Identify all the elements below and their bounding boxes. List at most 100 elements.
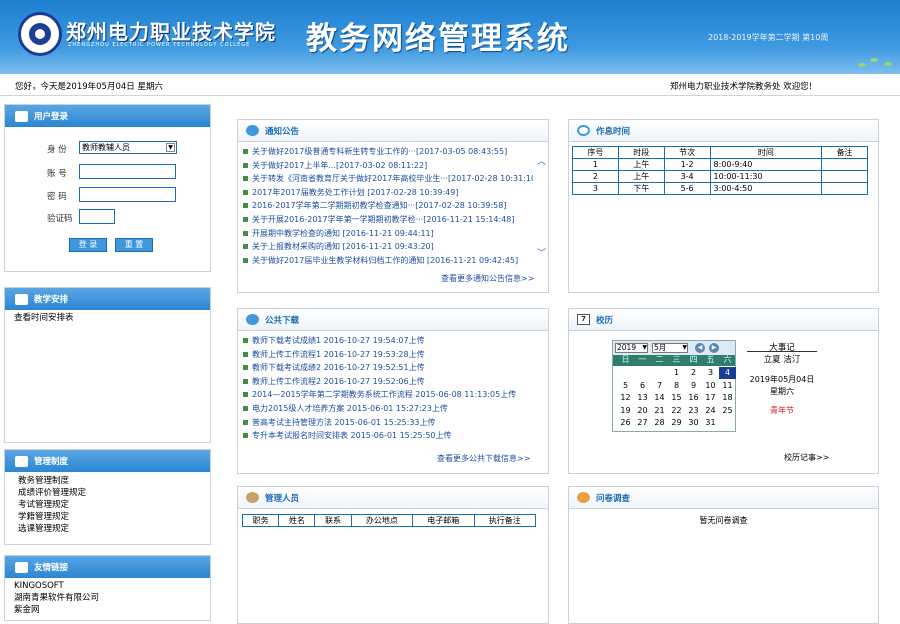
calendar-day[interactable]: 30 [685, 417, 702, 429]
notice-item[interactable]: 关于做好2017上半年...[2017-03-02 08:11:22] [243, 159, 533, 173]
calendar-day[interactable]: 9 [685, 380, 702, 392]
weekday-label: 三 [672, 355, 681, 364]
download-item[interactable]: 教师上传工作流程2 2016-10-27 19:52:06上传 [243, 375, 538, 389]
notice-item[interactable]: 开展期中教学检查的通知 [2016-11-21 09:44:11] [243, 227, 533, 241]
calendar-history-link[interactable]: 校历记事>> [784, 452, 829, 463]
notice-item[interactable]: 关于做好2017级普通专科新生转专业工作的···[2017-03-05 08:4… [243, 145, 533, 159]
calendar-day[interactable]: 31 [702, 417, 719, 429]
scroll-down-icon[interactable]: ﹀ [537, 246, 546, 259]
calendar-day[interactable]: 16 [685, 392, 702, 404]
management-link[interactable]: 选课管理规定 [5, 523, 210, 535]
downloads-more-link[interactable]: 查看更多公共下载信息>> [437, 453, 530, 464]
account-input[interactable] [79, 164, 176, 179]
calendar-day[interactable]: 17 [702, 392, 719, 404]
download-item[interactable]: 教师上传工作流程1 2016-10-27 19:53:28上传 [243, 348, 538, 362]
calendar-day[interactable]: 1 [668, 367, 685, 379]
month-select[interactable]: 5月 ▼ [652, 343, 688, 353]
notice-item[interactable]: 关于转发《河南省教育厅关于做好2017年高校毕业生···[2017-02-28 … [243, 172, 533, 186]
calendar-day[interactable]: 13 [634, 392, 651, 404]
downloads-list: 教师下载考试成绩1 2016-10-27 19:54:07上传 教师上传工作流程1… [238, 331, 538, 443]
bullet-icon [243, 365, 248, 371]
bullet-icon [243, 338, 248, 343]
management-link[interactable]: 学籍管理规定 [5, 511, 210, 523]
password-input[interactable] [79, 187, 176, 202]
schedule-cell [821, 182, 868, 195]
calendar-day[interactable]: 26 [617, 417, 634, 429]
calendar-day[interactable]: 5 [617, 380, 634, 392]
staff-panel: 管理人员 职务 姓名 联系 办公地点 电子邮箱 执行备注 [237, 486, 549, 624]
links-title: 友情链接 [5, 556, 210, 578]
calendar-day[interactable]: 12 [617, 392, 634, 404]
calendar-day[interactable]: 11 [719, 380, 736, 392]
calendar-day[interactable]: 3 [702, 367, 719, 379]
calendar-day[interactable]: 15 [668, 392, 685, 404]
chevron-down-icon: ▼ [642, 344, 647, 351]
calendar-day[interactable]: 2 [685, 367, 702, 379]
calendar-day[interactable]: 4 [719, 367, 736, 379]
memo-name: 立夏 洁汀 [763, 355, 801, 365]
school-logo [18, 12, 62, 56]
captcha-input[interactable] [79, 209, 115, 224]
friend-link[interactable]: 紫金网 [5, 604, 210, 616]
notice-item[interactable]: 2016-2017学年第二学期期初教学检查通知···[2017-02-28 10… [243, 199, 533, 213]
calendar-day[interactable]: 14 [651, 392, 668, 404]
calendar-day[interactable]: 6 [634, 380, 651, 392]
calendar-day[interactable]: 7 [651, 380, 668, 392]
download-item[interactable]: 教师下载考试成绩1 2016-10-27 19:54:07上传 [243, 334, 538, 348]
friend-link[interactable]: 湖南青果软件有限公司 [5, 592, 210, 604]
calendar-grid: 日一二三四五六 1 2 3 4 5 6 7 8 9 10 11 12 13 14 15 16 17 18 19 20 21… [613, 355, 736, 431]
year-select[interactable]: 2019 ▼ [615, 343, 648, 353]
schedule-table: 序号 时段 节次 时间 备注 1 上午 1-2 8:00-9:40 2 上午 3-4 10:00-11… [572, 146, 868, 195]
staff-header-cell: 姓名 [278, 514, 316, 527]
memo-divider [747, 351, 817, 352]
calendar-day[interactable]: 10 [702, 380, 719, 392]
calendar-day[interactable]: 21 [651, 405, 668, 417]
calendar-day[interactable]: 8 [668, 380, 685, 392]
calendar-day[interactable]: 29 [668, 417, 685, 429]
download-item[interactable]: 教师下载考试成绩2 2016-10-27 19:52:51上传 [243, 361, 538, 375]
calendar-day[interactable]: 28 [651, 417, 668, 429]
friend-link[interactable]: KINGOSOFT [5, 580, 210, 592]
calendar-day[interactable]: 27 [634, 417, 651, 429]
survey-empty-text: 暂无问卷调查 [699, 516, 748, 525]
teaching-link[interactable]: 查看时间安排表 [5, 312, 210, 324]
download-item[interactable]: 专升本考试报名时间安排表 2015-06-01 15:25:50上传 [243, 429, 538, 443]
bullet-icon [243, 176, 248, 182]
notice-item[interactable]: 关于开展2016-2017学年第一学期期初教学检···[2016-11-21 1… [243, 213, 533, 227]
school-name: 郑州电力职业技术学院 [66, 20, 276, 44]
management-link[interactable]: 成绩评价管理规定 [5, 487, 210, 499]
notice-item[interactable]: 2017年2017届教务处工作计划 [2017-02-28 10:39:49] [243, 186, 533, 200]
weekday-label: 五 [706, 355, 715, 364]
schedule-cell: 10:00-11:30 [709, 170, 823, 183]
teaching-title: 教学安排 [5, 288, 210, 310]
calendar-day[interactable]: 20 [634, 405, 651, 417]
calendar-day[interactable]: 18 [719, 392, 736, 404]
login-button[interactable]: 登 录 [69, 238, 107, 252]
person-icon [246, 492, 259, 503]
notices-more-link[interactable]: 查看更多通知公告信息>> [441, 273, 534, 284]
prev-month-icon[interactable]: ◀ [695, 343, 705, 353]
management-link[interactable]: 考试管理规定 [5, 499, 210, 511]
reset-button[interactable]: 重 置 [115, 238, 153, 252]
chevron-down-icon: ▼ [682, 344, 687, 351]
next-month-icon[interactable]: ▶ [709, 343, 719, 353]
weekday-label: 日 [621, 355, 630, 364]
notice-item[interactable]: 关于做好2017届毕业生教学材料归档工作的通知 [2016-11-21 09:4… [243, 254, 533, 268]
calendar-day[interactable]: 25 [719, 405, 736, 417]
role-select[interactable]: 教师教辅人员 ▼ [79, 141, 177, 154]
staff-header-cell: 职务 [241, 514, 280, 527]
calendar-day[interactable]: 19 [617, 405, 634, 417]
calendar-day[interactable]: 24 [702, 405, 719, 417]
calendar-day[interactable]: 23 [685, 405, 702, 417]
download-item[interactable]: 普高考试主持管理方法 2015-06-01 15:25:33上传 [243, 416, 538, 430]
clock-icon [577, 125, 590, 136]
calendar-day[interactable]: 22 [668, 405, 685, 417]
notice-item[interactable]: 关于上报教材采购的通知 [2016-11-21 09:43:20] [243, 240, 533, 254]
leaf-decoration [884, 62, 892, 66]
management-link[interactable]: 教务管理制度 [5, 475, 210, 487]
bullet-icon [243, 189, 248, 195]
download-item[interactable]: 2014—2015学年第二学期教务系统工作流程 2015-06-08 11:13… [243, 388, 538, 402]
leaf-decoration [870, 58, 878, 62]
download-item[interactable]: 电力2015级人才培养方案 2015-06-01 15:27:23上传 [243, 402, 538, 416]
scroll-up-icon[interactable]: ︿ [537, 154, 546, 167]
